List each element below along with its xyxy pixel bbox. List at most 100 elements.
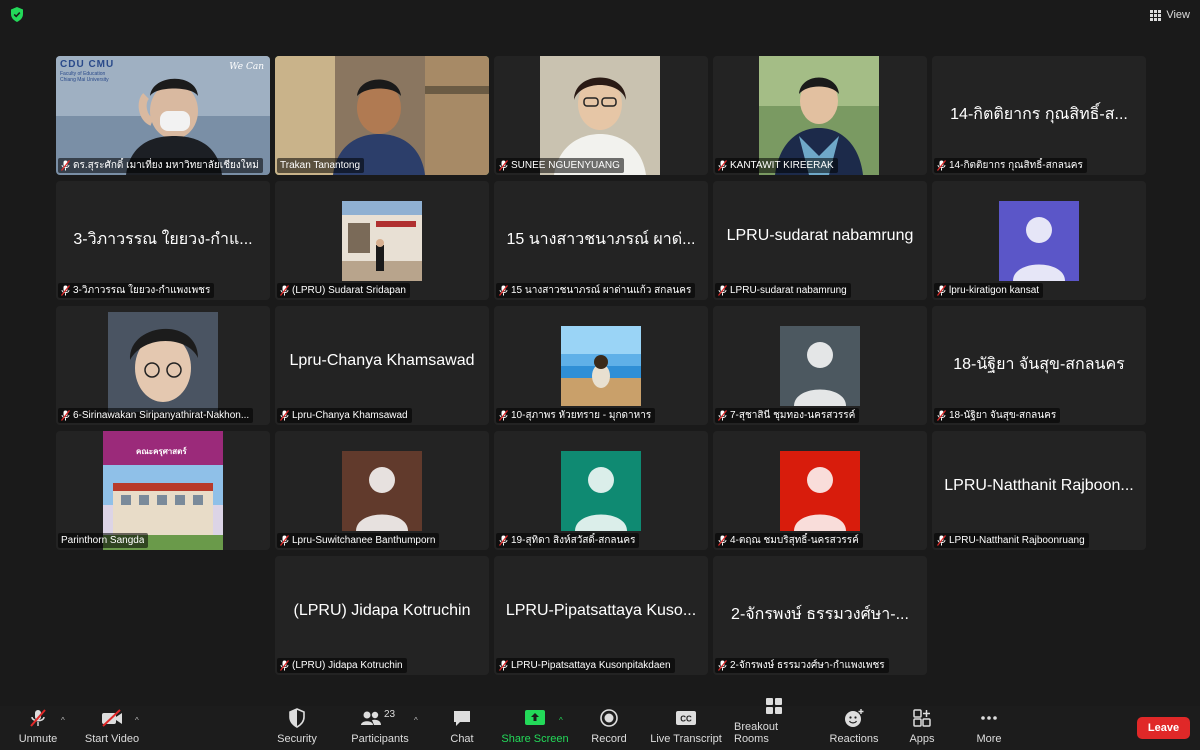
top-bar: View (0, 0, 1200, 30)
apps-label: Apps (909, 733, 935, 745)
participant-name-label: 10-สุภาพร หัวยทราย - มุกดาหาร (496, 408, 656, 423)
apps-button[interactable]: Apps (905, 706, 939, 750)
muted-mic-icon (280, 285, 289, 296)
muted-mic-icon (61, 410, 70, 421)
participant-name: Trakan Tanantong (280, 160, 361, 171)
participant-name: 4-ตฤณ ชมบริสุทธิ์-นครสวรรค์ (730, 535, 859, 546)
participant-name: 6-Sirinawakan Siripanyathirat-Nakhon... (73, 410, 250, 421)
video-tile[interactable]: คณะครุศาสตร์ Parinthorn Sangda (56, 431, 270, 550)
participant-name: 3-วิภาวรรณ ใยยวง-กำแพงเพชร (73, 285, 211, 296)
video-tile[interactable]: 10-สุภาพร หัวยทราย - มุกดาหาร (494, 306, 708, 425)
participants-button[interactable]: 23 Participants (348, 706, 412, 750)
participant-name: 10-สุภาพร หัวยทราย - มุกดาหาร (511, 410, 652, 421)
participant-name: lpru-kiratigon kansat (949, 285, 1040, 296)
participant-name-label: Lpru-Suwitchanee Banthumporn (277, 533, 440, 548)
participant-name: 15 นางสาวชนาภรณ์ ผาด่านแก้ว สกลนคร (511, 285, 692, 296)
video-tile[interactable]: (LPRU) Jidapa Kotruchin (LPRU) Jidapa Ko… (275, 556, 489, 675)
chat-button[interactable]: Chat (446, 706, 478, 750)
video-tile[interactable]: 7-สุชาสินี ชุมทอง-นครสวรรค์ (713, 306, 927, 425)
security-label: Security (277, 733, 317, 745)
participant-name-label: 2-จักรพงษ์ ธรรมวงศ์ษา-กำแพงเพชร (715, 658, 889, 673)
video-tile[interactable]: 2-จักรพงษ์ ธรรมวงศ์ษา-... 2-จักรพงษ์ ธรร… (713, 556, 927, 675)
default-avatar-icon (561, 451, 641, 531)
live-transcript-label: Live Transcript (650, 733, 722, 745)
muted-mic-icon (61, 160, 70, 171)
participant-name-label: 15 นางสาวชนาภรณ์ ผาด่านแก้ว สกลนคร (496, 283, 696, 298)
video-off-icon (102, 709, 122, 727)
svg-text:CC: CC (680, 715, 692, 724)
muted-mic-icon (280, 410, 289, 421)
video-tile[interactable]: 3-วิภาวรรณ ใยยวง-กำแ... 3-วิภาวรรณ ใยยวง… (56, 181, 270, 300)
participant-name: KANTAWIT KIREERAK (730, 160, 834, 171)
participant-name-label: SUNEE NGUENYUANG (496, 158, 624, 173)
reactions-smiley-icon (845, 709, 864, 727)
participant-name-label: ดร.สุระศักดิ์ เมาเที่ยง มหาวิทยาลัยเชียง… (58, 158, 263, 173)
breakout-rooms-button[interactable]: Breakout Rooms (734, 698, 814, 750)
video-tile[interactable]: KANTAWIT KIREERAK (713, 56, 927, 175)
video-tile[interactable]: lpru-kiratigon kansat (932, 181, 1146, 300)
participant-name-label: KANTAWIT KIREERAK (715, 158, 838, 173)
video-tile[interactable]: 15 นางสาวชนาภรณ์ ผาด่... 15 นางสาวชนาภรณ… (494, 181, 708, 300)
muted-mic-icon (499, 660, 508, 671)
video-tile-active-speaker[interactable]: Trakan Tanantong (275, 56, 489, 175)
participant-name: LPRU-Natthanit Rajboonruang (949, 535, 1085, 546)
video-tile[interactable]: Lpru-Chanya Khamsawad Lpru-Chanya Khamsa… (275, 306, 489, 425)
breakout-rooms-label: Breakout Rooms (734, 721, 779, 745)
video-tile[interactable]: SUNEE NGUENYUANG (494, 56, 708, 175)
participant-name-label: LPRU-sudarat nabamrung (715, 283, 851, 298)
video-tile[interactable]: 19-สุทิดา สิงห์สวัสดิ์-สกลนคร (494, 431, 708, 550)
encryption-shield-icon[interactable] (10, 7, 24, 22)
wecan-logo: We Can (229, 62, 264, 72)
participant-name: 7-สุชาสินี ชุมทอง-นครสวรรค์ (730, 410, 856, 421)
muted-mic-icon (61, 285, 70, 296)
video-tile[interactable]: 18-นัฐิยา จันสุข-สกลนคร 18-นัฐิยา จันสุข… (932, 306, 1146, 425)
default-avatar-icon (780, 326, 860, 406)
video-tile[interactable]: LPRU-Pipatsattaya Kuso... LPRU-Pipatsatt… (494, 556, 708, 675)
participant-display-name: 2-จักรพงษ์ ธรรมวงศ์ษา-... (731, 606, 909, 623)
muted-mic-icon (937, 285, 946, 296)
muted-mic-icon (280, 660, 289, 671)
participant-name: 18-นัฐิยา จันสุข-สกลนคร (949, 410, 1057, 421)
video-tile[interactable]: (LPRU) Sudarat Sridapan (275, 181, 489, 300)
video-options-caret[interactable]: ^ (135, 716, 139, 725)
participant-name: Lpru-Suwitchanee Banthumporn (292, 535, 436, 546)
video-tile[interactable]: LPRU-sudarat nabamrung LPRU-sudarat naba… (713, 181, 927, 300)
participant-name: LPRU-sudarat nabamrung (730, 285, 847, 296)
participant-name: SUNEE NGUENYUANG (511, 160, 620, 171)
participant-display-name: Lpru-Chanya Khamsawad (289, 352, 475, 369)
leave-meeting-button[interactable]: Leave (1137, 717, 1190, 739)
video-tile[interactable]: Lpru-Suwitchanee Banthumporn (275, 431, 489, 550)
participant-name: (LPRU) Jidapa Kotruchin (292, 660, 403, 671)
view-label: View (1166, 9, 1190, 21)
unmute-label: Unmute (18, 733, 58, 745)
share-options-caret[interactable]: ^ (559, 716, 563, 725)
video-tile[interactable]: 14-กิตติยากร กุณสิทธิ์-ส... 14-กิตติยากร… (932, 56, 1146, 175)
participant-display-name: LPRU-sudarat nabamrung (726, 227, 914, 244)
start-video-button[interactable]: Start Video (82, 706, 142, 750)
more-label: More (976, 733, 1002, 745)
video-tile[interactable]: 4-ตฤณ ชมบริสุทธิ์-นครสวรรค์ (713, 431, 927, 550)
video-tile[interactable]: CDU CMU Faculty of Education Chiang Mai … (56, 56, 270, 175)
security-button[interactable]: Security (274, 706, 320, 750)
reactions-button[interactable]: Reactions (828, 706, 880, 750)
muted-mic-icon (718, 285, 727, 296)
meeting-toolbar: Unmute ^ Start Video ^ Security 23 Parti… (0, 698, 1200, 750)
participant-name-label: Trakan Tanantong (277, 158, 365, 173)
cmu-logo: CDU CMU (60, 59, 115, 70)
participant-display-name: (LPRU) Jidapa Kotruchin (293, 602, 471, 619)
video-tile[interactable]: 6-Sirinawakan Siripanyathirat-Nakhon... (56, 306, 270, 425)
participants-label: Participants (351, 733, 409, 745)
participant-name-label: Parinthorn Sangda (58, 533, 149, 548)
live-transcript-button[interactable]: CC Live Transcript (648, 706, 724, 750)
share-screen-button[interactable]: Share Screen (500, 706, 570, 750)
more-button[interactable]: More (972, 706, 1006, 750)
participant-name-label: Lpru-Chanya Khamsawad (277, 408, 412, 423)
audio-options-caret[interactable]: ^ (61, 716, 65, 725)
record-button[interactable]: Record (588, 706, 630, 750)
muted-mic-icon (718, 660, 727, 671)
video-tile[interactable]: LPRU-Natthanit Rajboon... LPRU-Natthanit… (932, 431, 1146, 550)
participants-options-caret[interactable]: ^ (414, 716, 418, 725)
view-button[interactable]: View (1150, 6, 1190, 24)
unmute-button[interactable]: Unmute (14, 706, 62, 750)
more-dots-icon (981, 716, 997, 720)
